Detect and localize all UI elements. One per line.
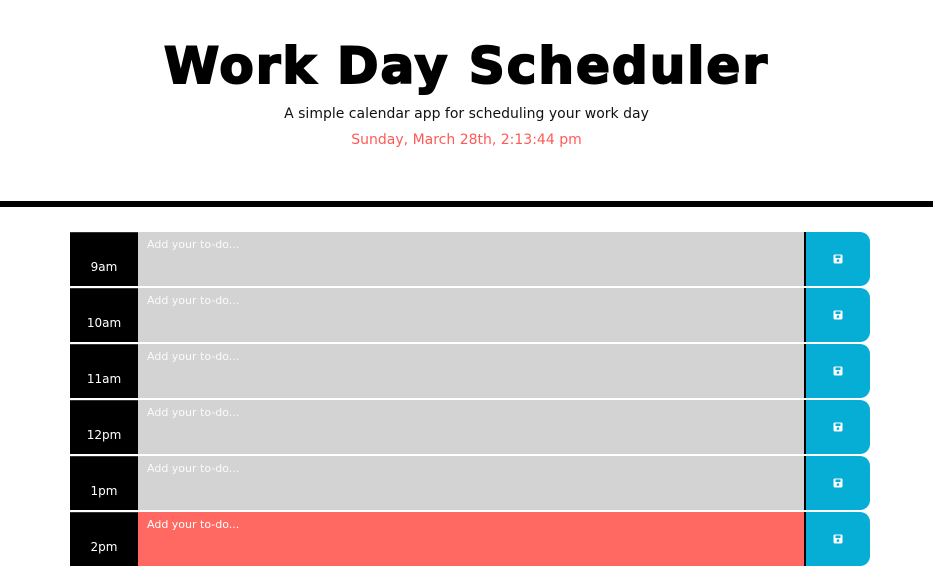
hour-label: 12pm: [70, 400, 138, 454]
save-icon: [833, 310, 843, 320]
todo-input[interactable]: [138, 288, 806, 342]
time-block: 10am: [70, 288, 870, 342]
save-button[interactable]: [806, 288, 870, 342]
header-divider: [0, 201, 933, 207]
hour-label: 1pm: [70, 456, 138, 510]
hour-label: 2pm: [70, 512, 138, 566]
save-icon: [833, 478, 843, 488]
current-day: Sunday, March 28th, 2:13:44 pm: [351, 132, 582, 148]
time-block: 11am: [70, 344, 870, 398]
save-button[interactable]: [806, 456, 870, 510]
save-icon: [833, 422, 843, 432]
time-block-list: 9am 10am 11am: [70, 232, 870, 568]
save-button[interactable]: [806, 400, 870, 454]
todo-input[interactable]: [138, 456, 806, 510]
save-icon: [833, 254, 843, 264]
time-block: 9am: [70, 232, 870, 286]
header: Work Day Scheduler A simple calendar app…: [0, 0, 933, 201]
time-block: 1pm: [70, 456, 870, 510]
todo-input[interactable]: [138, 400, 806, 454]
save-button[interactable]: [806, 344, 870, 398]
hour-label: 9am: [70, 232, 138, 286]
hour-label: 11am: [70, 344, 138, 398]
todo-input[interactable]: [138, 512, 806, 566]
time-block: 2pm: [70, 512, 870, 566]
page-subtitle: A simple calendar app for scheduling you…: [284, 106, 649, 122]
todo-input[interactable]: [138, 232, 806, 286]
time-block: 12pm: [70, 400, 870, 454]
save-button[interactable]: [806, 512, 870, 566]
save-button[interactable]: [806, 232, 870, 286]
save-icon: [833, 534, 843, 544]
page-title: Work Day Scheduler: [163, 36, 769, 96]
hour-label: 10am: [70, 288, 138, 342]
todo-input[interactable]: [138, 344, 806, 398]
save-icon: [833, 366, 843, 376]
